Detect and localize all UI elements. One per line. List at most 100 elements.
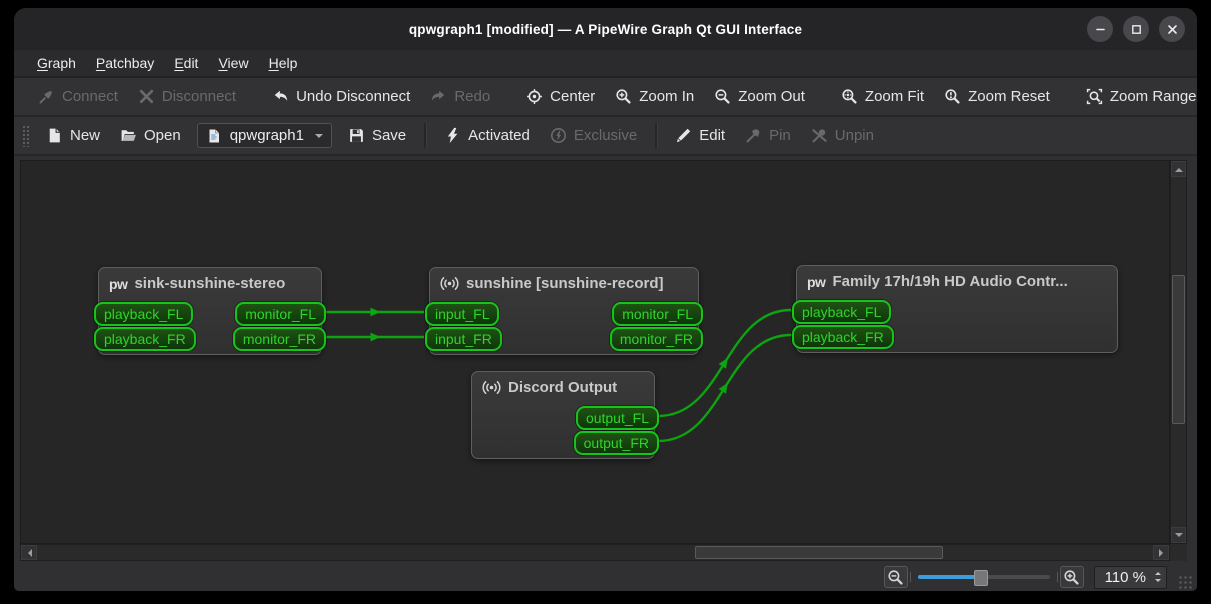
unpin-button: Unpin bbox=[801, 122, 884, 149]
node-sink-sunshine-stereo[interactable]: pw sink-sunshine-stereo playback_FL playbac… bbox=[94, 267, 326, 355]
vscroll-track[interactable] bbox=[1171, 177, 1186, 527]
port-monitor-fl[interactable]: monitor_FL bbox=[235, 302, 326, 326]
save-icon bbox=[348, 127, 365, 144]
scroll-down-button[interactable] bbox=[1171, 527, 1186, 543]
connect-icon bbox=[38, 88, 55, 105]
minimize-icon bbox=[1095, 28, 1105, 30]
status-zoom-out-button[interactable] bbox=[883, 566, 908, 588]
maximize-button[interactable] bbox=[1123, 16, 1149, 42]
exclusive-icon bbox=[550, 127, 567, 144]
hscroll-thumb[interactable] bbox=[695, 546, 943, 559]
toolbar-file: New Open qpwgraph1 Save Activated Exclusive Ed… bbox=[14, 117, 1197, 156]
graph-frame: pw sink-sunshine-stereo playback_FL playbac… bbox=[20, 160, 1187, 561]
node-family-17h-19h-hd-audio-contr[interactable]: pw Family 17h/19h HD Audio Contr... playba… bbox=[792, 265, 1118, 353]
disconnect-button: Disconnect bbox=[128, 83, 246, 110]
node-title: Discord Output bbox=[508, 379, 618, 396]
patchbay-file-value: qpwgraph1 bbox=[229, 127, 304, 144]
document-icon bbox=[206, 127, 223, 144]
maximize-icon bbox=[1131, 24, 1141, 34]
zoom-fit-button[interactable]: Zoom Fit bbox=[831, 83, 934, 110]
port-input-fr[interactable]: input_FR bbox=[425, 327, 502, 351]
toolbar-separator bbox=[424, 123, 427, 148]
step-down-icon bbox=[1155, 579, 1161, 585]
exclusive-button: Exclusive bbox=[540, 122, 647, 149]
scroll-left-button[interactable] bbox=[21, 545, 37, 560]
zoom-in-button[interactable]: Zoom In bbox=[605, 83, 704, 110]
menu-graph[interactable]: Graph bbox=[28, 53, 85, 73]
app-window: qpwgraph1 [modified] — A PipeWire Graph … bbox=[14, 8, 1197, 591]
port-playback-fr[interactable]: playback_FR bbox=[94, 327, 196, 351]
zoom-reset-button[interactable]: Zoom Reset bbox=[934, 83, 1060, 110]
port-monitor-fr[interactable]: monitor_FR bbox=[609, 327, 703, 351]
scroll-up-button[interactable] bbox=[1171, 161, 1186, 177]
node-discord-output[interactable]: Discord Output output_FL output_FR bbox=[471, 371, 659, 459]
node-sunshine-sunshine-record[interactable]: sunshine [sunshine-record] input_FL input_… bbox=[425, 267, 703, 355]
zoom-out-button[interactable]: Zoom Out bbox=[704, 83, 815, 110]
zoom-spinbox[interactable]: 110 % bbox=[1093, 565, 1167, 589]
window-controls bbox=[1087, 16, 1185, 42]
undo-disconnect-button[interactable]: Undo Disconnect bbox=[262, 83, 420, 110]
edit-icon bbox=[675, 127, 692, 144]
window-title: qpwgraph1 [modified] — A PipeWire Graph … bbox=[408, 21, 803, 37]
menu-help[interactable]: Help bbox=[260, 53, 307, 73]
activated-button[interactable]: Activated bbox=[434, 122, 540, 149]
slider-handle[interactable] bbox=[973, 570, 988, 586]
close-button[interactable] bbox=[1159, 16, 1185, 42]
port-monitor-fl[interactable]: monitor_FL bbox=[612, 302, 703, 326]
menu-edit[interactable]: Edit bbox=[165, 53, 207, 73]
redo-icon bbox=[430, 88, 447, 105]
minimize-button[interactable] bbox=[1087, 16, 1113, 42]
graph-canvas[interactable]: pw sink-sunshine-stereo playback_FL playbac… bbox=[20, 160, 1170, 544]
broadcast-icon bbox=[440, 276, 459, 291]
hscroll-track[interactable] bbox=[37, 545, 1153, 560]
menu-patchbay[interactable]: Patchbay bbox=[87, 53, 163, 73]
slider-fill bbox=[917, 575, 980, 579]
vscroll-thumb[interactable] bbox=[1172, 275, 1185, 424]
edit-button[interactable]: Edit bbox=[665, 122, 735, 149]
port-playback-fr[interactable]: playback_FR bbox=[792, 325, 894, 349]
port-input-fl[interactable]: input_FL bbox=[425, 302, 500, 326]
zoom-value: 110 % bbox=[1104, 568, 1146, 586]
zoom-range-icon bbox=[1086, 88, 1103, 105]
status-zoom-in-button[interactable] bbox=[1059, 566, 1084, 588]
node-header: sunshine [sunshine-record] bbox=[430, 268, 698, 292]
patchbay-file-select[interactable]: qpwgraph1 bbox=[196, 123, 332, 148]
node-title: sunshine [sunshine-record] bbox=[466, 275, 664, 292]
menu-view[interactable]: View bbox=[209, 53, 257, 73]
port-output-fr[interactable]: output_FR bbox=[573, 431, 659, 455]
open-icon bbox=[120, 127, 137, 144]
center-button[interactable]: Center bbox=[516, 83, 605, 110]
horizontal-scrollbar[interactable] bbox=[20, 544, 1170, 561]
node-title: Family 17h/19h HD Audio Contr... bbox=[832, 273, 1068, 290]
titlebar[interactable]: qpwgraph1 [modified] — A PipeWire Graph … bbox=[14, 8, 1197, 50]
pipewire-icon: pw bbox=[109, 275, 128, 292]
port-monitor-fr[interactable]: monitor_FR bbox=[232, 327, 326, 351]
pin-button: Pin bbox=[735, 122, 801, 149]
toolbar-handle[interactable] bbox=[22, 124, 30, 147]
open-button[interactable]: Open bbox=[110, 122, 191, 149]
port-playback-fl[interactable]: playback_FL bbox=[792, 300, 892, 324]
scroll-right-button[interactable] bbox=[1153, 545, 1169, 560]
save-button[interactable]: Save bbox=[338, 122, 416, 149]
zoom-range-button[interactable]: Zoom Range bbox=[1076, 83, 1197, 110]
zoom-slider[interactable] bbox=[909, 569, 1058, 586]
port-output-fl[interactable]: output_FL bbox=[575, 406, 659, 430]
arrow-down-icon bbox=[1174, 532, 1183, 541]
resize-grip[interactable] bbox=[1178, 575, 1192, 589]
statusbar: 110 % bbox=[14, 561, 1197, 591]
vertical-scrollbar[interactable] bbox=[1170, 160, 1187, 544]
main-area: pw sink-sunshine-stereo playback_FL playbac… bbox=[14, 156, 1197, 561]
zoom-in-icon bbox=[615, 88, 632, 105]
connect-button: Connect bbox=[28, 83, 128, 110]
broadcast-icon bbox=[482, 380, 501, 395]
new-icon bbox=[46, 127, 63, 144]
node-title: sink-sunshine-stereo bbox=[134, 275, 286, 292]
node-header: pw Family 17h/19h HD Audio Contr... bbox=[797, 266, 1117, 290]
port-playback-fl[interactable]: playback_FL bbox=[94, 302, 194, 326]
disconnect-icon bbox=[138, 88, 155, 105]
unpin-icon bbox=[811, 127, 828, 144]
spinbox-steppers[interactable] bbox=[1155, 569, 1161, 585]
pipewire-icon: pw bbox=[807, 273, 826, 290]
toolbar-main: Connect Disconnect Undo Disconnect Redo Cent… bbox=[14, 78, 1197, 117]
new-button[interactable]: New bbox=[36, 122, 110, 149]
